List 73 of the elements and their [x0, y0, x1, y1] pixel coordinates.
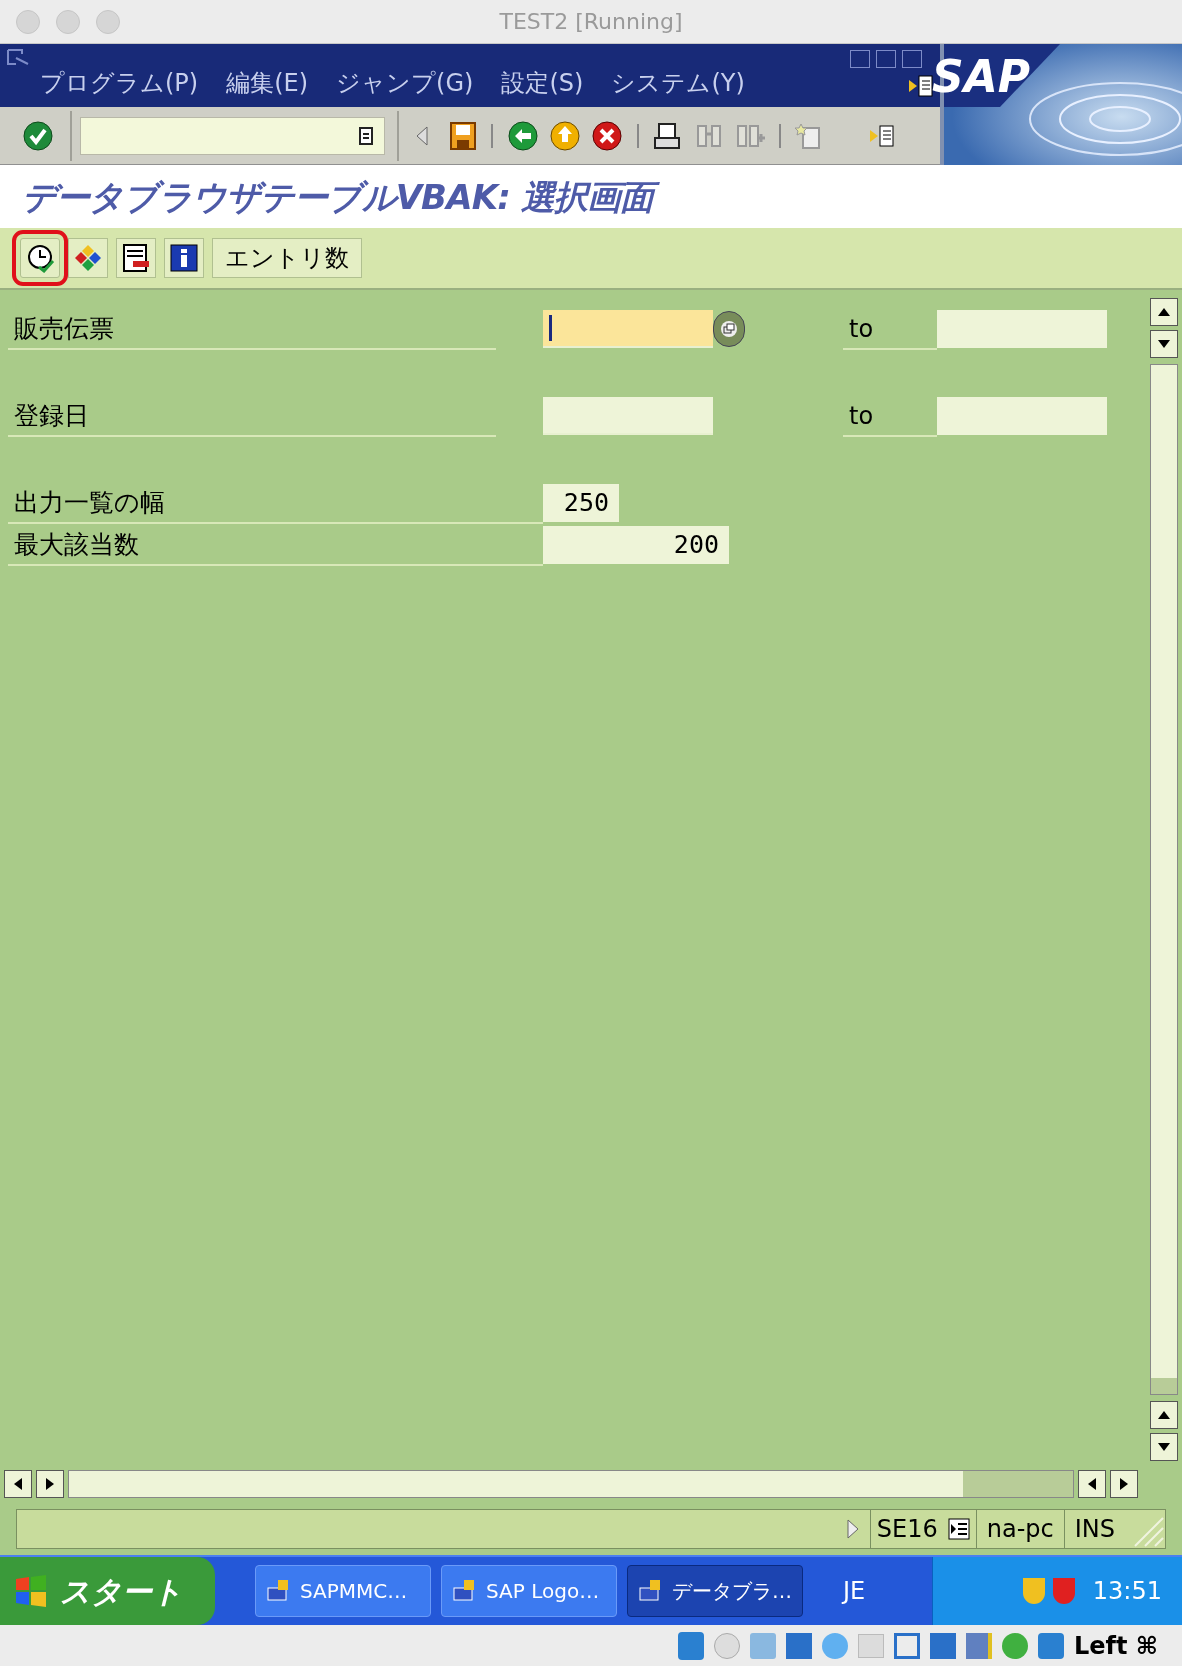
- menu-item[interactable]: システム(Y): [611, 65, 745, 101]
- info-icon: [169, 243, 199, 273]
- down-triangle-icon: [1158, 1443, 1170, 1451]
- input-field[interactable]: [543, 397, 713, 435]
- document-icon: [358, 125, 374, 146]
- scroll-left-button[interactable]: [4, 1469, 32, 1498]
- menu-item[interactable]: 編集(E): [226, 65, 309, 101]
- text-cursor: [549, 315, 552, 341]
- back-triangle-icon[interactable]: [415, 124, 429, 147]
- layout-menu-icon[interactable]: [947, 1517, 970, 1540]
- field-label: 登録日: [8, 397, 496, 437]
- menu-item[interactable]: プログラム(P): [40, 65, 199, 101]
- layout-button[interactable]: [116, 238, 156, 278]
- system-name: na-pc: [975, 1509, 1064, 1548]
- window-stack-icon: [720, 320, 738, 338]
- input-mode: INS: [1063, 1509, 1125, 1548]
- left-triangle-icon: [1088, 1477, 1096, 1490]
- clock-check-icon: [25, 243, 55, 273]
- scroll-down-button[interactable]: [1150, 1433, 1178, 1461]
- input-field[interactable]: [543, 310, 713, 348]
- layout-menu-icon[interactable]: [908, 74, 934, 98]
- options-button[interactable]: [68, 238, 108, 278]
- left-triangle-icon: [14, 1477, 22, 1490]
- cancel-icon[interactable]: [591, 119, 623, 152]
- input-field[interactable]: [937, 310, 1107, 348]
- right-triangle-icon: [46, 1477, 54, 1490]
- field-label: 販売伝票: [8, 310, 496, 350]
- restore-window-icon[interactable]: [876, 50, 896, 68]
- window-title: TEST2 [Running]: [499, 8, 683, 36]
- up-triangle-icon: [1158, 1411, 1170, 1419]
- diamond-options-icon: [73, 243, 103, 273]
- scroll-up-button[interactable]: [1150, 1401, 1178, 1429]
- vertical-scrollbar-track[interactable]: [1150, 364, 1178, 1395]
- up-triangle-icon: [1158, 308, 1170, 316]
- start-button[interactable]: スタート: [0, 1557, 215, 1625]
- host-key-label: Left ⌘: [1073, 1630, 1158, 1662]
- windows-logo-icon: [14, 1575, 48, 1607]
- expand-triangle-icon[interactable]: [845, 1517, 860, 1540]
- search-help-button[interactable]: [713, 311, 745, 347]
- save-icon[interactable]: [449, 120, 477, 151]
- scroll-right-button[interactable]: [1110, 1469, 1138, 1498]
- right-triangle-icon: [1120, 1477, 1128, 1490]
- print-icon[interactable]: [653, 121, 681, 150]
- scroll-down-button[interactable]: [1150, 330, 1178, 358]
- language-indicator[interactable]: JE: [843, 1573, 866, 1609]
- field-label: 最大該当数: [8, 526, 543, 566]
- transaction-code: SE16: [876, 1513, 938, 1545]
- layout-icon: [121, 243, 151, 273]
- entry-count-button[interactable]: エントリ数: [212, 238, 362, 278]
- logo-text: SAP: [932, 50, 1031, 104]
- horizontal-scrollbar-track[interactable]: [68, 1469, 1074, 1498]
- menu-item[interactable]: 設定(S): [501, 65, 584, 101]
- taskbar-button[interactable]: SAPMMC…: [255, 1565, 431, 1617]
- display-icon[interactable]: [893, 1632, 920, 1659]
- new-session-icon[interactable]: [795, 121, 823, 150]
- minimize-window-icon[interactable]: [850, 50, 870, 68]
- clock: 13:51: [1092, 1576, 1162, 1607]
- scroll-right-button[interactable]: [36, 1469, 64, 1498]
- command-field[interactable]: [80, 116, 385, 155]
- input-field[interactable]: 200: [543, 526, 729, 564]
- screen-title: データブラウザテーブルVBAK: 選択画面: [22, 172, 664, 221]
- input-field[interactable]: [937, 397, 1107, 435]
- down-triangle-icon: [1158, 340, 1170, 348]
- info-button[interactable]: [164, 238, 204, 278]
- close-window-icon[interactable]: [902, 50, 922, 68]
- menu-item[interactable]: ジャンプ(G): [336, 65, 474, 101]
- enter-check-icon[interactable]: [22, 119, 54, 152]
- input-field[interactable]: 250: [543, 484, 619, 522]
- field-label: 出力一覧の幅: [8, 484, 543, 524]
- scroll-up-button[interactable]: [1150, 298, 1178, 326]
- scroll-left-button[interactable]: [1078, 1469, 1106, 1498]
- taskbar-button[interactable]: データブラ…: [627, 1565, 803, 1617]
- taskbar-button[interactable]: SAP Logo…: [441, 1565, 617, 1617]
